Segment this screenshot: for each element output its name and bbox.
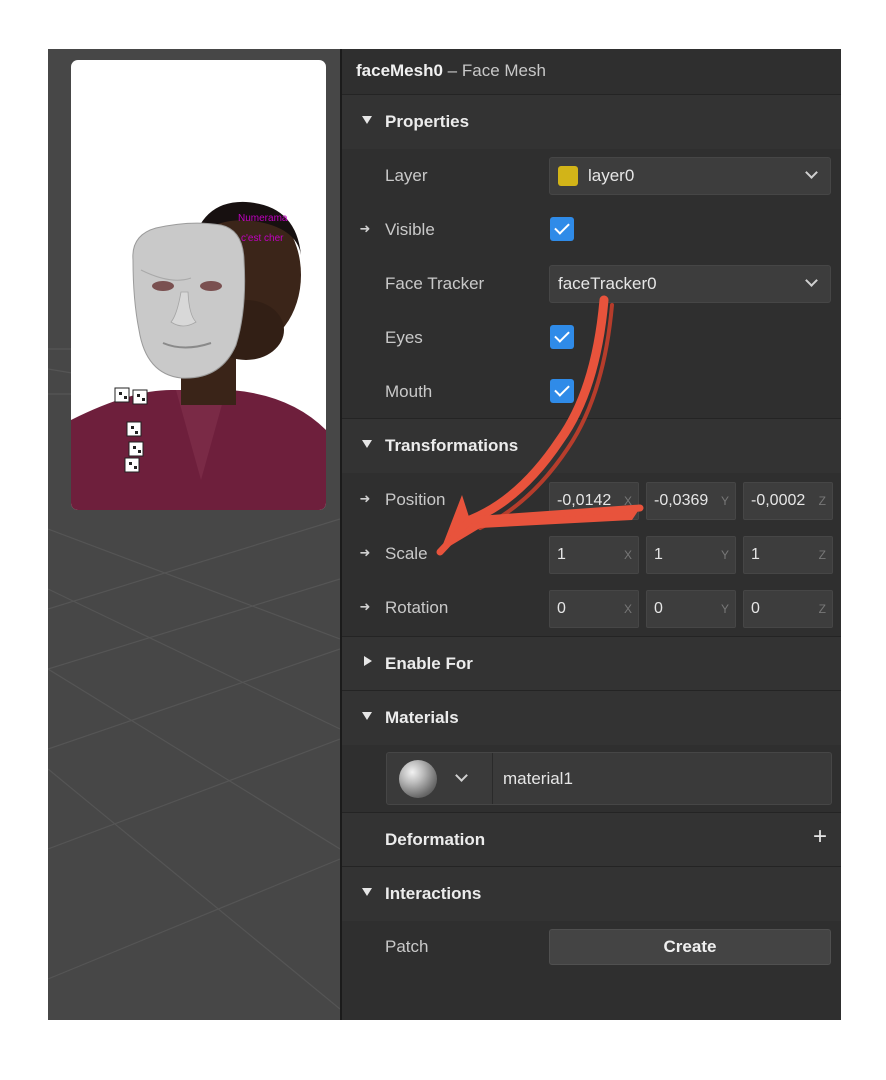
material-slot-divider: [492, 753, 493, 804]
material-slot[interactable]: material1: [386, 752, 832, 805]
overlay-text-line-2: c'est cher: [241, 233, 284, 244]
scale-label: Scale: [385, 544, 428, 563]
arrow-right-icon[interactable]: ➜: [356, 220, 374, 238]
visible-label: Visible: [385, 220, 435, 239]
axis-x-label: X: [623, 494, 632, 508]
chevron-down-icon: [805, 274, 818, 287]
arrow-right-icon[interactable]: ➜: [356, 544, 374, 562]
section-label: Transformations: [385, 436, 519, 455]
checkmark-icon: [554, 219, 570, 235]
object-type: – Face Mesh: [447, 61, 546, 80]
inspector-panel: faceMesh0 – Face Mesh Properties Layer l…: [342, 49, 841, 1020]
axis-y-label: Y: [720, 494, 729, 508]
eyes-label: Eyes: [385, 328, 423, 347]
scale-z-value: 1: [751, 546, 760, 563]
scale-x-field[interactable]: 1 X: [549, 536, 639, 574]
section-label: Interactions: [385, 884, 482, 903]
face-tracker-label: Face Tracker: [385, 274, 485, 293]
section-materials[interactable]: Materials: [342, 690, 841, 745]
position-y-value: -0,0369: [654, 492, 709, 509]
scale-y-value: 1: [654, 546, 663, 563]
position-label: Position: [385, 490, 446, 509]
mouth-checkbox[interactable]: [550, 379, 574, 403]
axis-y-label: Y: [720, 548, 729, 562]
material-name[interactable]: material1: [503, 769, 573, 789]
face-tracker-value: faceTracker0: [558, 274, 657, 293]
layer-value: layer0: [588, 166, 635, 185]
object-name: faceMesh0: [356, 61, 443, 80]
arrow-right-icon[interactable]: ➜: [356, 490, 374, 508]
section-label: Deformation: [385, 830, 486, 849]
section-interactions[interactable]: Interactions: [342, 866, 841, 921]
person-with-face-mesh-image: [71, 201, 326, 510]
position-x-value: -0,0142: [557, 492, 612, 509]
axis-z-label: Z: [818, 548, 826, 562]
chevron-down-icon[interactable]: [455, 769, 468, 782]
add-deformation-button[interactable]: +: [813, 825, 827, 849]
axis-x-label: X: [623, 602, 632, 616]
checkmark-icon: [554, 327, 570, 343]
rotation-z-field[interactable]: 0 Z: [743, 590, 833, 628]
arrow-right-icon[interactable]: ➜: [356, 598, 374, 616]
rotation-x-field[interactable]: 0 X: [549, 590, 639, 628]
section-label: Enable For: [385, 654, 473, 673]
axis-x-label: X: [623, 548, 632, 562]
rotation-y-field[interactable]: 0 Y: [646, 590, 736, 628]
position-z-value: -0,0002: [751, 492, 806, 509]
section-label: Materials: [385, 708, 459, 727]
section-properties[interactable]: Properties: [342, 94, 841, 149]
face-tracker-dropdown[interactable]: faceTracker0: [549, 265, 831, 303]
section-deformation[interactable]: Deformation +: [342, 812, 841, 867]
triangle-down-icon[interactable]: [362, 712, 372, 720]
camera-preview: Numerama c'est cher: [71, 60, 326, 510]
visible-checkbox[interactable]: [550, 217, 574, 241]
triangle-down-icon[interactable]: [362, 888, 372, 896]
triangle-down-icon[interactable]: [362, 116, 372, 124]
rotation-x-value: 0: [557, 600, 566, 617]
create-patch-button[interactable]: Create: [549, 929, 831, 965]
scale-z-field[interactable]: 1 Z: [743, 536, 833, 574]
position-x-field[interactable]: -0,0142 X: [549, 482, 639, 520]
rotation-label: Rotation: [385, 598, 449, 617]
axis-y-label: Y: [720, 602, 729, 616]
chevron-down-icon: [805, 166, 818, 179]
scale-x-value: 1: [557, 546, 566, 563]
overlay-text-line-1: Numerama: [238, 213, 288, 224]
rotation-y-value: 0: [654, 600, 663, 617]
checkmark-icon: [554, 381, 570, 397]
section-label: Properties: [385, 112, 470, 131]
mouth-label: Mouth: [385, 382, 433, 401]
layer-color-swatch: [558, 166, 578, 186]
scale-y-field[interactable]: 1 Y: [646, 536, 736, 574]
inspector-header: faceMesh0 – Face Mesh: [356, 61, 546, 81]
axis-z-label: Z: [818, 494, 826, 508]
eyes-checkbox[interactable]: [550, 325, 574, 349]
material-sphere-icon: [399, 760, 437, 798]
rotation-z-value: 0: [751, 600, 760, 617]
axis-z-label: Z: [818, 602, 826, 616]
position-z-field[interactable]: -0,0002 Z: [743, 482, 833, 520]
section-enable-for[interactable]: Enable For: [342, 636, 841, 691]
section-transformations[interactable]: Transformations: [342, 418, 841, 473]
app-window: Numerama c'est cher faceMesh0 – Face Mes…: [48, 49, 841, 1020]
layer-dropdown[interactable]: layer0: [549, 157, 831, 195]
position-y-field[interactable]: -0,0369 Y: [646, 482, 736, 520]
layer-label: Layer: [385, 166, 428, 185]
patch-label: Patch: [385, 937, 429, 956]
triangle-down-icon[interactable]: [362, 440, 372, 448]
scene-viewport[interactable]: Numerama c'est cher: [48, 49, 340, 1020]
triangle-right-icon[interactable]: [364, 656, 372, 666]
